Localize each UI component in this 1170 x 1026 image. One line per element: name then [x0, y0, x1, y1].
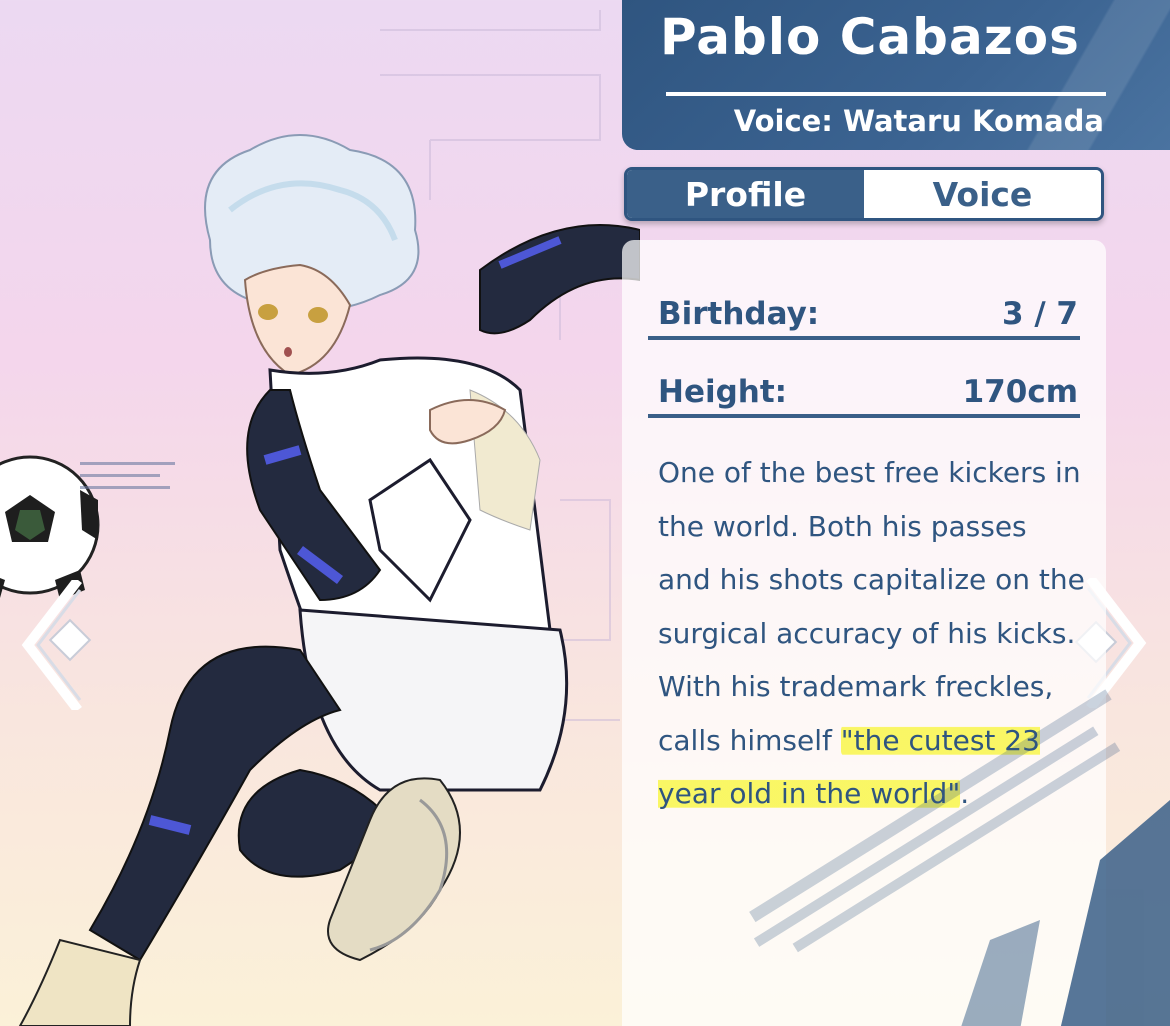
- birthday-value: 3 / 7: [1001, 296, 1078, 332]
- chevron-left-icon[interactable]: [8, 580, 100, 710]
- birthday-row: Birthday: 3 / 7: [648, 280, 1080, 340]
- ball-text-graphic: [80, 462, 175, 489]
- profile-description: One of the best free kickers in the worl…: [658, 446, 1088, 821]
- profile-header: Pablo Cabazos Voice: Wataru Komada: [622, 0, 1170, 150]
- ball-watermark-text: [80, 460, 180, 504]
- height-label: Height:: [658, 374, 788, 410]
- birthday-label: Birthday:: [658, 296, 820, 332]
- description-end: .: [960, 777, 970, 810]
- tab-voice[interactable]: Voice: [864, 170, 1101, 218]
- height-row: Height: 170cm: [648, 358, 1080, 418]
- voice-actor-credit: Voice: Wataru Komada: [733, 104, 1104, 138]
- name-divider: [666, 92, 1106, 96]
- tab-profile[interactable]: Profile: [627, 170, 864, 218]
- character-name: Pablo Cabazos: [660, 8, 1080, 66]
- height-value: 170cm: [962, 374, 1078, 410]
- profile-panel: Birthday: 3 / 7 Height: 170cm One of the…: [622, 240, 1106, 1026]
- description-text: One of the best free kickers in the worl…: [658, 456, 1085, 757]
- profile-tabs: Profile Voice: [624, 167, 1104, 221]
